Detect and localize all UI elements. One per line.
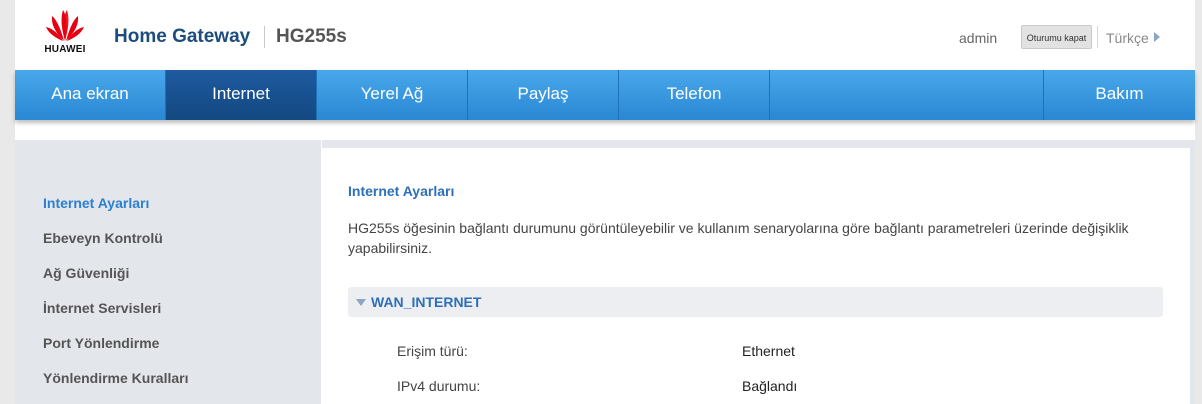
language-label: Türkçe [1106,30,1149,46]
sidebar-item-port-yonlendirme[interactable]: Port Yönlendirme [43,335,159,351]
wan-section-header[interactable]: WAN_INTERNET [348,287,1163,317]
sidebar-item-internet-ayarlari[interactable]: Internet Ayarları [43,195,149,211]
sidebar-item-ebeveyn-kontrolu[interactable]: Ebeveyn Kontrolü [43,230,163,246]
main-content: Internet Ayarları HG255s öğesinin bağlan… [322,148,1190,404]
right-frame [1195,0,1202,404]
sidebar: Internet Ayarları Ebeveyn Kontrolü Ağ Gü… [15,140,321,404]
triangle-down-icon [356,299,366,306]
chevron-right-icon [1153,32,1160,42]
header: HUAWEI Home Gateway HG255s admin Oturumu… [15,0,1195,68]
main-nav: Ana ekran Internet Yerel Ağ Paylaş Telef… [15,70,1195,120]
wan-section-label: WAN_INTERNET [371,294,482,310]
language-selector[interactable]: Türkçe [1106,30,1160,46]
page-title: Internet Ayarları [348,183,455,199]
ipv4-status-label: IPv4 durumu: [397,378,481,394]
username-label: admin [959,30,998,46]
nav-item-telefon[interactable]: Telefon [619,70,770,120]
content-top-gap [322,140,1190,148]
left-frame [0,0,15,404]
nav-item-internet[interactable]: Internet [166,70,317,120]
nav-item-yerel-ag[interactable]: Yerel Ağ [317,70,468,120]
sidebar-item-internet-servisleri[interactable]: İnternet Servisleri [43,300,161,316]
device-model: HG255s [276,26,347,47]
huawei-logo: HUAWEI [37,8,93,58]
ipv4-status-value: Bağlandı [742,378,798,394]
logout-button[interactable]: Oturumu kapat [1021,25,1092,49]
title-divider [264,26,265,48]
brand-name: HUAWEI [44,44,86,55]
content-right-gap [1190,140,1195,404]
sidebar-item-ag-guvenligi[interactable]: Ağ Güvenliği [43,265,129,281]
sidebar-item-yonlendirme-kurallari[interactable]: Yönlendirme Kuralları [43,370,188,386]
app-title: Home Gateway [114,26,251,47]
page-description: HG255s öğesinin bağlantı durumunu görünt… [348,220,1129,256]
nav-item-ana-ekran[interactable]: Ana ekran [15,70,166,120]
language-divider [1097,26,1098,48]
nav-item-paylas[interactable]: Paylaş [468,70,619,120]
huawei-flower-icon [46,10,84,41]
nav-item-bakim[interactable]: Bakım [1044,70,1195,120]
nav-spacer [770,70,1044,120]
access-type-value: Ethernet [742,343,795,359]
access-type-label: Erişim türü: [397,343,468,359]
